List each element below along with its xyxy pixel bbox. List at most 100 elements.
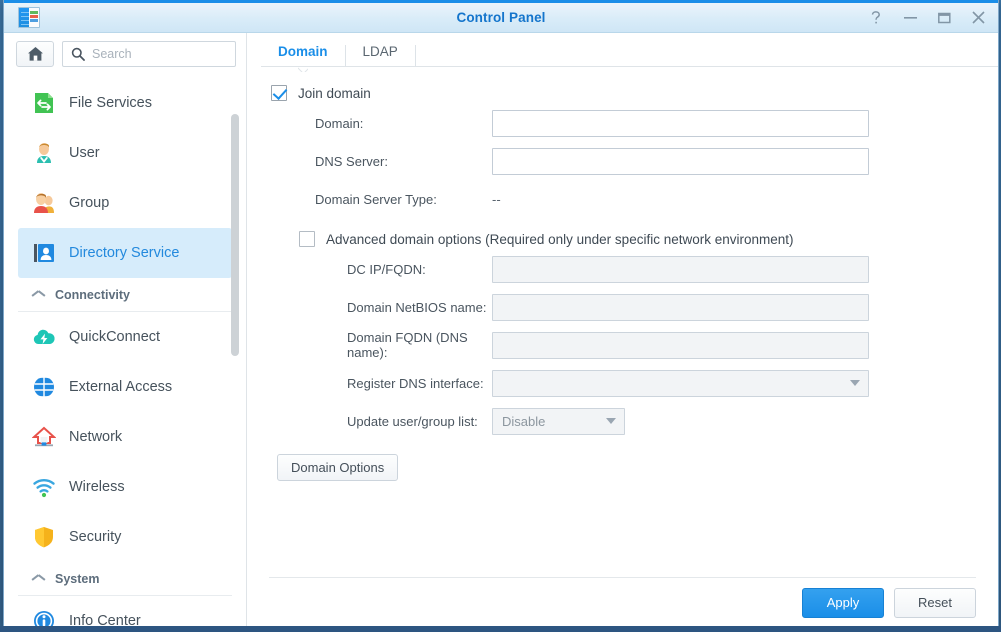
advanced-options-row: Advanced domain options (Required only u… (299, 231, 976, 247)
home-icon (27, 47, 43, 61)
sidebar-item-group[interactable]: Group (18, 178, 232, 228)
control-panel-icon (18, 7, 40, 28)
domain-netbios-label: Domain NetBIOS name: (347, 299, 487, 315)
sidebar-item-quickconnect[interactable]: QuickConnect (18, 312, 232, 362)
external-access-icon (27, 375, 61, 399)
tab-domain[interactable]: Domain (261, 43, 346, 67)
sidebar-nav-list: File Services User Group Directory Servi… (4, 74, 246, 627)
register-dns-interface-label: Register DNS interface: (347, 375, 484, 391)
file-services-icon (32, 91, 56, 115)
sidebar: Search File Services User Group Director… (4, 33, 247, 627)
sidebar-group-connectivity[interactable]: Connectivity (18, 278, 232, 312)
info-center-icon (32, 609, 56, 627)
domain-server-type-row: Domain Server Type: -- (269, 183, 976, 215)
domain-server-type-label: Domain Server Type: (315, 191, 437, 207)
sidebar-item-security[interactable]: Security (18, 512, 232, 562)
tab-label: Domain (278, 43, 328, 59)
home-button[interactable] (16, 41, 54, 67)
update-user-group-list-row: Update user/group list: Disable (269, 405, 976, 437)
search-input[interactable]: Search (62, 41, 236, 67)
reset-button[interactable]: Reset (894, 587, 976, 618)
join-domain-checkbox[interactable] (271, 85, 287, 101)
minimize-button[interactable] (902, 10, 918, 26)
join-domain-row: Join domain (271, 85, 976, 101)
chevron-up-icon (32, 575, 45, 583)
register-dns-interface-select (492, 369, 869, 397)
update-user-group-list-label: Update user/group list: (347, 413, 478, 429)
domain-label: Domain: (315, 115, 364, 131)
window-controls (868, 10, 986, 26)
dns-server-input[interactable] (492, 147, 869, 175)
control-panel-window: Control Panel Search File Services User … (3, 0, 999, 628)
sidebar-item-label: File Services (69, 95, 152, 111)
domain-input[interactable] (492, 109, 869, 137)
sidebar-item-file-services[interactable]: File Services (18, 78, 232, 128)
update-user-group-list-value: Disable (502, 413, 546, 429)
join-domain-label: Join domain (298, 85, 371, 101)
chevron-down-icon (606, 418, 616, 424)
security-icon (32, 525, 56, 549)
group-icon (32, 191, 56, 215)
sidebar-item-network[interactable]: Network (18, 412, 232, 462)
page-title: Control Panel (456, 10, 546, 25)
tab-label: LDAP (362, 43, 398, 59)
advanced-options-label: Advanced domain options (Required only u… (326, 231, 794, 247)
tab-ldap[interactable]: LDAP (346, 43, 416, 67)
quickconnect-icon (32, 325, 56, 349)
user-icon (32, 141, 56, 165)
dc-ip-fqdn-input (492, 255, 869, 283)
wireless-icon (32, 475, 56, 499)
domain-server-type-value: -- (492, 191, 501, 207)
sidebar-item-external-access[interactable]: External Access (18, 362, 232, 412)
sidebar-item-info-center[interactable]: Info Center (18, 596, 232, 627)
sidebar-item-label: QuickConnect (69, 329, 161, 345)
register-dns-interface-row: Register DNS interface: (269, 367, 976, 399)
tab-strip: Domain LDAP (247, 33, 998, 67)
domain-fqdn-label: Domain FQDN (DNS name): (347, 330, 468, 360)
domain-row: Domain: (269, 107, 976, 139)
chevron-up-icon (32, 291, 45, 299)
sidebar-item-label: External Access (69, 379, 173, 395)
sidebar-item-label: Wireless (69, 479, 125, 495)
search-icon (71, 47, 85, 61)
desktop-background: Control Panel Search File Services User … (0, 0, 1001, 632)
help-button[interactable] (868, 10, 884, 26)
domain-options-button[interactable]: Domain Options (277, 454, 399, 481)
footer-actions: Apply Reset (269, 577, 976, 627)
dns-server-row: DNS Server: (269, 145, 976, 177)
update-user-group-list-select: Disable (492, 407, 625, 435)
domain-settings-pane: Join domain Domain: DNS Server: Domain S… (247, 67, 998, 577)
domain-fqdn-row: Domain FQDN (DNS name): (269, 329, 976, 361)
advanced-options-checkbox[interactable] (299, 231, 315, 247)
dc-ip-fqdn-row: DC IP/FQDN: (269, 253, 976, 285)
sidebar-item-label: Group (69, 195, 110, 211)
window-titlebar: Control Panel (4, 0, 998, 33)
chevron-down-icon (850, 380, 860, 386)
network-icon (31, 425, 57, 449)
apply-button[interactable]: Apply (802, 587, 884, 618)
domain-fqdn-input (492, 331, 869, 359)
sidebar-item-label: User (69, 145, 100, 161)
sidebar-scrollbar-thumb[interactable] (231, 114, 239, 356)
close-button[interactable] (970, 10, 986, 26)
dc-ip-fqdn-label: DC IP/FQDN: (347, 261, 426, 277)
domain-netbios-row: Domain NetBIOS name: (269, 291, 976, 323)
dns-server-label: DNS Server: (315, 153, 388, 169)
sidebar-group-label: System (55, 571, 100, 586)
sidebar-item-label: Network (69, 429, 123, 445)
sidebar-item-label: Directory Service (69, 245, 180, 261)
sidebar-item-wireless[interactable]: Wireless (18, 462, 232, 512)
sidebar-item-label: Security (69, 529, 122, 545)
sidebar-search-row: Search (4, 33, 246, 74)
maximize-button[interactable] (936, 10, 952, 26)
content-area: Domain LDAP Join domain Domain: DNS Serv… (247, 33, 998, 627)
sidebar-item-user[interactable]: User (18, 128, 232, 178)
search-placeholder: Search (92, 47, 132, 61)
sidebar-group-label: Connectivity (55, 287, 131, 302)
sidebar-item-label: Info Center (69, 613, 141, 627)
sidebar-group-system[interactable]: System (18, 562, 232, 596)
desktop-taskbar (0, 626, 1001, 632)
sidebar-scrollbar[interactable] (231, 114, 239, 627)
domain-netbios-input (492, 293, 869, 321)
sidebar-item-directory-service[interactable]: Directory Service (18, 228, 232, 278)
